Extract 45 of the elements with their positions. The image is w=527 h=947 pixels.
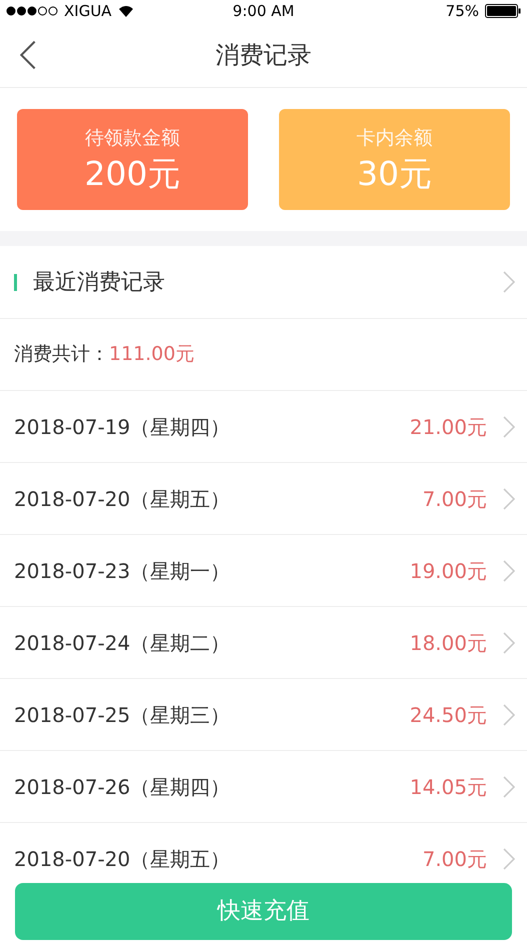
back-icon — [20, 40, 36, 70]
record-date: 2018-07-20（星期五） — [14, 846, 232, 872]
record-row[interactable]: 2018-07-23（星期一） 19.00元 — [0, 535, 527, 607]
record-row[interactable]: 2018-07-25（星期三） 24.50元 — [0, 679, 527, 751]
record-date: 2018-07-25（星期三） — [14, 702, 232, 728]
carrier-name: XIGUA — [64, 0, 112, 22]
chevron-right-icon — [503, 271, 515, 293]
total-amount: 111.00元 — [109, 342, 194, 368]
chevron-right-icon — [503, 632, 515, 654]
battery-percent: 75% — [446, 0, 480, 22]
card-amount: 30元 — [357, 152, 432, 195]
card-label: 待领款金额 — [85, 126, 180, 152]
record-amount: 14.05元 — [410, 774, 487, 800]
chevron-right-icon — [503, 704, 515, 726]
record-date: 2018-07-26（星期四） — [14, 774, 232, 800]
record-amount: 7.00元 — [422, 846, 487, 872]
total-label: 消费共计： — [14, 342, 109, 368]
chevron-right-icon — [503, 848, 515, 870]
record-amount: 19.00元 — [410, 558, 487, 584]
signal-icon — [6, 6, 58, 16]
record-row[interactable]: 2018-07-19（星期四） 21.00元 — [0, 391, 527, 463]
clock-time: 9:00 AM — [232, 0, 296, 22]
wifi-icon — [118, 5, 134, 17]
record-date: 2018-07-20（星期五） — [14, 486, 232, 512]
card-label: 卡内余额 — [356, 126, 432, 152]
record-date: 2018-07-23（星期一） — [14, 558, 232, 584]
record-row[interactable]: 2018-07-26（星期四） 14.05元 — [0, 751, 527, 823]
battery-icon — [485, 4, 522, 18]
chevron-right-icon — [503, 488, 515, 510]
chevron-right-icon — [503, 776, 515, 798]
record-row[interactable]: 2018-07-24（星期二） 18.00元 — [0, 607, 527, 679]
section-title: 最近消费记录 — [33, 268, 166, 296]
page-title: 消费记录 — [216, 40, 312, 70]
record-date: 2018-07-24（星期二） — [14, 630, 232, 656]
chevron-right-icon — [503, 560, 515, 582]
card-amount: 200元 — [84, 152, 180, 195]
record-row[interactable]: 2018-07-20（星期五） 7.00元 — [0, 463, 527, 535]
section-header[interactable]: 最近消费记录 — [0, 246, 527, 319]
record-amount: 24.50元 — [410, 702, 487, 728]
record-amount: 7.00元 — [422, 486, 487, 512]
record-amount: 21.00元 — [410, 414, 487, 440]
chevron-right-icon — [503, 416, 515, 438]
record-date: 2018-07-19（星期四） — [14, 414, 232, 440]
accent-bar — [14, 274, 17, 290]
record-amount: 18.00元 — [410, 630, 487, 656]
